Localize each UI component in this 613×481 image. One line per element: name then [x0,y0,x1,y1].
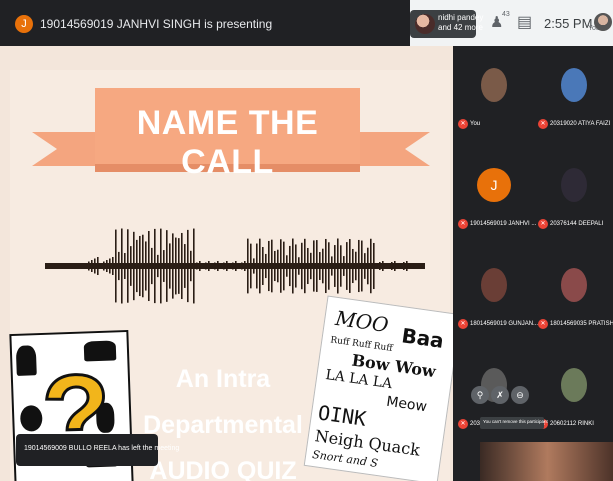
mic-off-icon: ✕ [458,219,468,229]
participant-avatar [561,268,587,302]
participant-tile[interactable]: ✕ 20319020 ATIYA FAIZI [533,46,613,141]
cat-silhouette [15,345,37,376]
participant-name: 20602112 RINKI [550,421,594,427]
participant-tile[interactable]: ✕ 18014569035 PRATISH... [533,246,613,341]
card-word: MOO [333,305,391,338]
shared-presentation: NAME THE CALL ? MOO Baa Ruff Ruff Ruff B… [0,46,453,481]
participant-tile[interactable]: ✕ 20376144 DEEPALI [533,146,613,241]
toast-text: 19014569009 BULLO REELA has left the mee… [24,445,180,452]
mic-off-icon: ✕ [538,119,548,129]
left-meeting-toast: 19014569009 BULLO REELA has left the mee… [16,434,179,466]
participant-avatar [561,368,587,402]
mic-off-icon: ✕ [458,119,468,129]
card-word: Baa [400,323,446,353]
pin-icon[interactable]: ⚲ [471,386,489,404]
participant-name: 20319020 ATIYA FAIZI [550,121,611,127]
participant-tile[interactable]: ✕ 18014569019 GUNJAN... [453,246,538,341]
participant-tiles-panel: ✕ You ✕ 20319020 ATIYA FAIZI J ✕ 19014569019 J… [453,46,613,481]
participant-name: 18014569035 PRATISH... [550,321,613,327]
animal-sounds-card: MOO Baa Ruff Ruff Ruff Bow Wow LA LA LA … [303,295,453,481]
presenter-avatar: J [15,15,33,33]
people-count: 43 [502,11,510,18]
self-video-preview [480,442,613,481]
meeting-top-bar: J 19014569019 JANHVI SINGH is presenting… [0,0,613,46]
participant-tile[interactable]: ✕ You [453,46,533,141]
participant-tile[interactable]: ✕20602112 RINKI [533,346,613,441]
body-line: An Intra [175,365,271,393]
chip-more: and 42 more [438,23,483,32]
mic-off-icon: ✕ [538,319,548,329]
participant-hover-controls: ⚲ ✗ ⊖ [471,384,533,408]
mute-icon[interactable]: ✗ [491,386,509,404]
participant-avatar [481,68,507,102]
body-line: AUDIO QUIZ [149,457,297,481]
presenting-banner-text: 19014569019 JANHVI SINGH is presenting [40,17,273,31]
mic-off-icon: ✕ [458,319,468,329]
bird-silhouette [19,405,43,432]
participant-avatar [561,68,587,102]
body-line: Departmental [143,411,303,439]
participant-name: You [470,121,481,127]
chat-icon[interactable]: ▤ [517,12,532,32]
participant-name: 20376144 DEEPALI [550,221,604,227]
mic-off-icon: ✕ [458,419,468,429]
participant-tile[interactable]: J ✕ 19014569019 JANHVI ... [453,146,537,241]
self-avatar[interactable] [594,13,612,31]
participant-name: 18014569019 GUNJAN... [470,321,539,327]
card-word: Meow [385,393,428,416]
participant-chip[interactable]: nidhi pandey and 42 more [410,10,483,38]
participant-avatar [481,268,507,302]
mic-off-icon: ✕ [538,219,548,229]
tooltip: You can't remove this participant [480,417,548,429]
chip-avatar [415,14,435,34]
remove-icon[interactable]: ⊖ [511,386,529,404]
top-right-toolbar: nidhi pandey and 42 more ♟ 43 ▤ 2:55 PM … [410,0,613,46]
chip-name: nidhi pandey [438,13,484,22]
participant-avatar [561,168,587,202]
clock-time: 2:55 PM [544,16,593,31]
slide-title: NAME THE CALL [136,104,319,181]
tooltip-text: You can't remove this participant [483,419,548,424]
slide-body-text: An Intra Departmental AUDIO QUIZ [133,356,313,481]
participant-avatar: J [477,168,511,202]
participant-name: 19014569019 JANHVI ... [470,221,537,227]
